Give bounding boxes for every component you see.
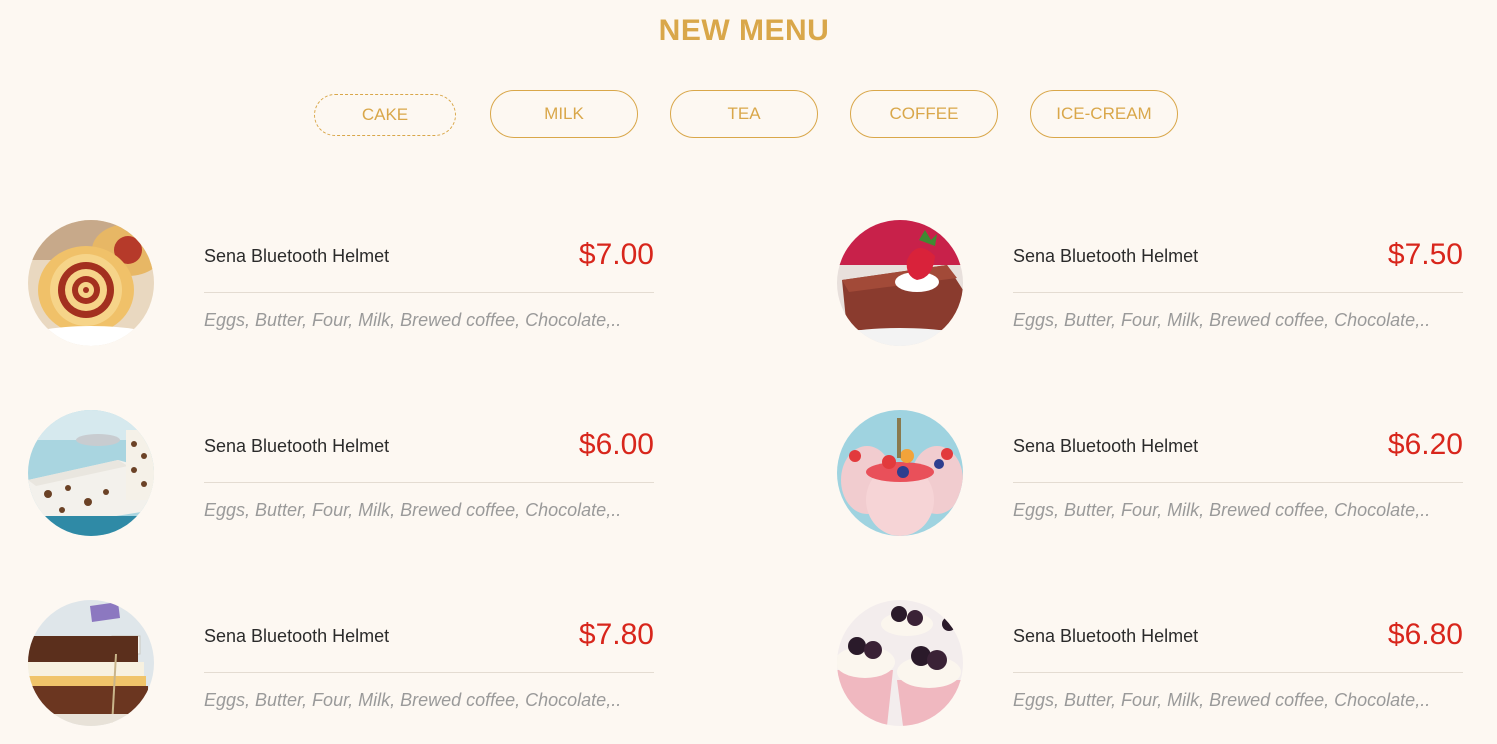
item-price: $6.00 xyxy=(578,428,654,461)
item-description: Eggs, Butter, Four, Milk, Brewed coffee,… xyxy=(204,500,622,520)
item-price: $6.80 xyxy=(1387,618,1463,651)
item-price: $7.50 xyxy=(1387,238,1463,271)
tab-tea[interactable]: TEA xyxy=(670,90,818,138)
menu-item: Sena Bluetooth Helmet $7.80 Eggs, Butter… xyxy=(28,600,668,730)
swiss-roll-cake-image[interactable] xyxy=(28,220,154,346)
item-name[interactable]: Sena Bluetooth Helmet xyxy=(1013,436,1198,457)
tab-coffee[interactable]: COFFEE xyxy=(850,90,998,138)
item-description: Eggs, Butter, Four, Milk, Brewed coffee,… xyxy=(1013,310,1431,330)
menu-item: Sena Bluetooth Helmet $7.50 Eggs, Butter… xyxy=(837,220,1477,350)
item-name[interactable]: Sena Bluetooth Helmet xyxy=(204,436,389,457)
tab-ice-cream[interactable]: ICE-CREAM xyxy=(1030,90,1178,138)
berry-mousse-image[interactable] xyxy=(837,410,963,536)
menu-item: Sena Bluetooth Helmet $6.80 Eggs, Butter… xyxy=(837,600,1477,730)
menu-item: Sena Bluetooth Helmet $6.00 Eggs, Butter… xyxy=(28,410,668,540)
item-price: $7.00 xyxy=(578,238,654,271)
item-name[interactable]: Sena Bluetooth Helmet xyxy=(204,626,389,647)
tab-cake[interactable]: CAKE xyxy=(314,94,456,136)
divider xyxy=(204,482,654,483)
tab-milk[interactable]: MILK xyxy=(490,90,638,138)
divider xyxy=(1013,482,1463,483)
menu-item: Sena Bluetooth Helmet $7.00 Eggs, Butter… xyxy=(28,220,668,350)
item-description: Eggs, Butter, Four, Milk, Brewed coffee,… xyxy=(204,690,622,710)
blackberry-cupcake-image[interactable] xyxy=(837,600,963,726)
item-description: Eggs, Butter, Four, Milk, Brewed coffee,… xyxy=(1013,500,1431,520)
item-name[interactable]: Sena Bluetooth Helmet xyxy=(1013,246,1198,267)
strawberry-brownie-image[interactable] xyxy=(837,220,963,346)
item-price: $6.20 xyxy=(1387,428,1463,461)
item-description: Eggs, Butter, Four, Milk, Brewed coffee,… xyxy=(204,310,622,330)
divider xyxy=(1013,672,1463,673)
item-name[interactable]: Sena Bluetooth Helmet xyxy=(204,246,389,267)
section-title: NEW MENU xyxy=(658,14,830,47)
divider xyxy=(1013,292,1463,293)
item-price: $7.80 xyxy=(578,618,654,651)
item-description: Eggs, Butter, Four, Milk, Brewed coffee,… xyxy=(1013,690,1431,710)
item-name[interactable]: Sena Bluetooth Helmet xyxy=(1013,626,1198,647)
ice-cream-cake-image[interactable] xyxy=(28,410,154,536)
divider xyxy=(204,672,654,673)
divider xyxy=(204,292,654,293)
layered-bar-cake-image[interactable] xyxy=(28,600,154,726)
menu-category-tabs: CAKE MILK TEA COFFEE ICE-CREAM xyxy=(0,90,1497,140)
menu-item: Sena Bluetooth Helmet $6.20 Eggs, Butter… xyxy=(837,410,1477,540)
